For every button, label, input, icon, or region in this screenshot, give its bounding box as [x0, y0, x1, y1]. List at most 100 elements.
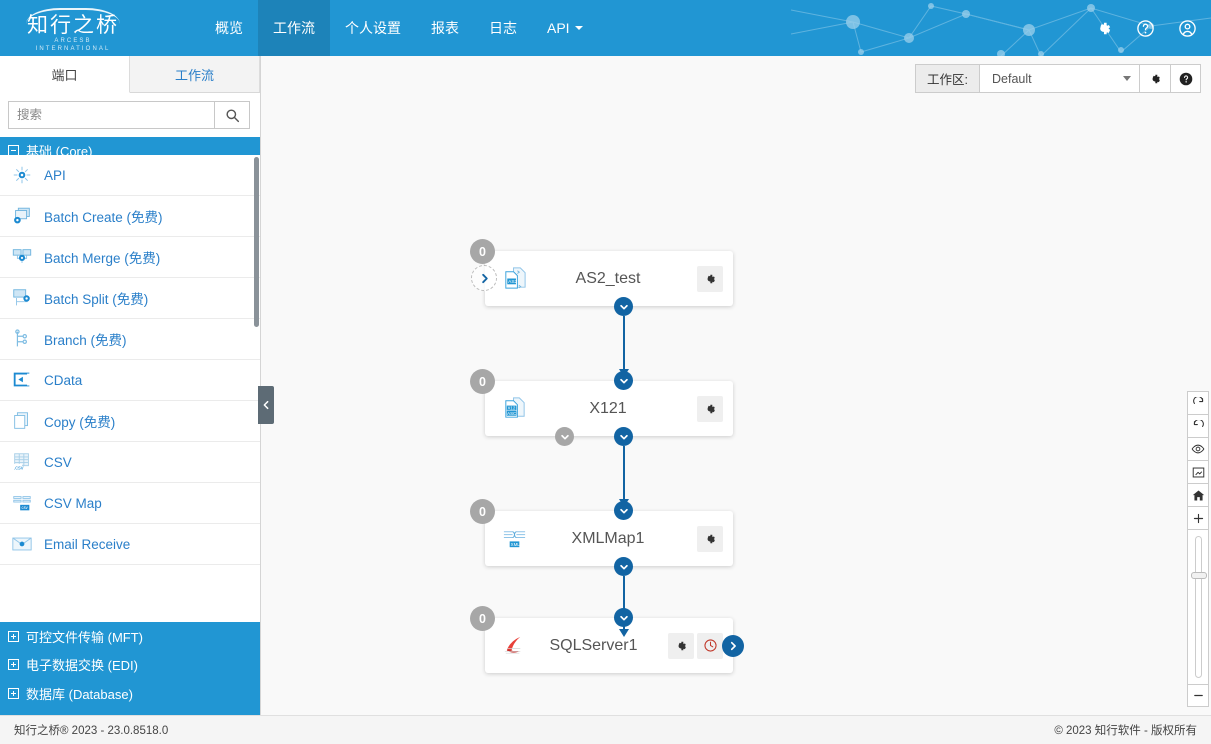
node-title: XMLMap1 [571, 529, 645, 547]
node-title: X121 [589, 399, 627, 417]
branch-icon [10, 327, 34, 351]
nav-label: API [547, 20, 570, 36]
list-item[interactable]: Batch Create (免费) [0, 196, 260, 237]
tab-workflows[interactable]: 工作流 [130, 56, 260, 92]
node-settings-button[interactable] [697, 525, 723, 552]
chevron-down-icon [560, 434, 569, 439]
fit-screen-button[interactable] [1187, 460, 1209, 483]
zoom-slider-thumb[interactable] [1191, 572, 1207, 579]
category-item-database[interactable]: 数据库 (Database) [0, 679, 260, 708]
help-icon[interactable] [1135, 18, 1155, 38]
list-item-label: Batch Split (免费) [44, 292, 149, 307]
flow-node-xmlmap1[interactable]: 0 XML XMLMap1 [470, 499, 733, 576]
gear-icon [707, 534, 715, 543]
node-secondary-output-chevron[interactable] [555, 427, 574, 446]
batch-create-icon [10, 204, 34, 228]
gear-icon [1152, 74, 1160, 83]
application-window: 知行之桥 ARCESB INTERNATIONAL 概览 工作流 个人设置 报表… [0, 0, 1211, 744]
flow-node-as2-test[interactable]: 0 AS2 AS2_test [470, 239, 733, 316]
x12-file-icon: X12 ASC [499, 394, 529, 424]
workspace-label: 工作区: [915, 64, 979, 93]
home-button[interactable] [1187, 483, 1209, 506]
app-logo[interactable]: 知行之桥 ARCESB INTERNATIONAL [18, 6, 128, 52]
help-icon [1179, 72, 1192, 85]
zoom-in-button[interactable] [1187, 506, 1209, 529]
gear-icon [678, 641, 686, 650]
tab-ports[interactable]: 端口 [0, 56, 130, 93]
fit-screen-icon [1192, 467, 1204, 477]
expand-box-icon [8, 659, 19, 671]
category-item-mft[interactable]: 可控文件传输 (MFT) [0, 622, 260, 651]
node-buttons [668, 632, 723, 659]
list-item[interactable]: .csv CSV [0, 442, 260, 483]
nav-label: 概览 [215, 20, 243, 36]
search-input[interactable] [8, 101, 214, 129]
list-item[interactable]: Email Receive [0, 524, 260, 565]
node-settings-button[interactable] [697, 265, 723, 292]
chevron-down-icon [619, 508, 628, 513]
workflow-canvas[interactable]: 0 AS2 AS2_test 0 X12 ASC X121 0 XML XMLM… [261, 101, 1211, 715]
node-settings-button[interactable] [668, 632, 694, 659]
node-input-chevron[interactable] [614, 371, 633, 390]
main-content: 工作区: Default 0 AS2 AS2_test 0 X12 ASC X1… [261, 56, 1211, 715]
node-buttons [697, 265, 723, 292]
category-item-edi[interactable]: 电子数据交换 (EDI) [0, 651, 260, 680]
sidebar-collapse-handle[interactable] [258, 386, 274, 424]
port-list-scrollbar[interactable] [254, 157, 259, 327]
zoom-out-button[interactable] [1187, 684, 1209, 707]
workspace-select[interactable]: Default [979, 64, 1139, 93]
search-button[interactable] [214, 101, 250, 129]
node-input-chevron[interactable] [614, 608, 633, 627]
node-output-chevron[interactable] [614, 557, 633, 576]
nav-item-personal-settings[interactable]: 个人设置 [330, 0, 416, 56]
list-item-label: CSV [44, 454, 72, 470]
list-item[interactable]: CData [0, 360, 260, 401]
home-icon [1192, 489, 1204, 501]
list-item[interactable]: API [0, 155, 260, 196]
node-badge-count: 0 [470, 369, 495, 394]
list-item[interactable]: Batch Split (免费) [0, 278, 260, 319]
category-label: 数据库 (Database) [26, 686, 133, 702]
list-item-label: Copy (免费) [44, 415, 116, 430]
zoom-out-icon [1193, 694, 1203, 697]
batch-merge-icon [10, 245, 34, 269]
visibility-button[interactable] [1187, 437, 1209, 460]
list-item[interactable]: Copy (免费) [0, 401, 260, 442]
edge-arrowhead [619, 629, 629, 637]
node-output-chevron[interactable] [614, 297, 633, 316]
port-list[interactable]: API Batch Create (免费) Batch Merge (免费) B… [0, 155, 260, 622]
node-input-port[interactable] [471, 265, 497, 291]
as2-file-icon: AS2 [499, 264, 529, 294]
redo-button[interactable] [1187, 391, 1209, 414]
node-output-port[interactable] [722, 635, 744, 657]
node-input-chevron[interactable] [614, 501, 633, 520]
workspace-help-button[interactable] [1170, 64, 1201, 93]
nav-item-api[interactable]: API [532, 0, 598, 56]
gear-icon[interactable] [1093, 18, 1113, 38]
flow-node-x121[interactable]: 0 X12 ASC X121 [470, 369, 733, 446]
nav-item-reports[interactable]: 报表 [416, 0, 474, 56]
chevron-right-icon [730, 641, 736, 651]
left-sidebar: 端口 工作流 基础 (Core) API Ba [0, 56, 261, 744]
zoom-slider[interactable] [1187, 529, 1209, 684]
undo-button[interactable] [1187, 414, 1209, 437]
list-item[interactable]: csv CSV Map [0, 483, 260, 524]
chevron-down-icon [619, 434, 628, 439]
node-schedule-button[interactable] [697, 632, 723, 659]
footer-version-text: 知行之桥® 2023 - 23.0.8518.0 [14, 725, 169, 737]
nav-item-logs[interactable]: 日志 [474, 0, 532, 56]
nav-label: 报表 [431, 20, 459, 36]
chevron-down-icon [1123, 76, 1131, 81]
flow-node-sqlserver1[interactable]: 0 SQLServer1 [470, 606, 744, 673]
workspace-settings-button[interactable] [1139, 64, 1170, 93]
edge-x121-to-xmlmap [623, 446, 625, 502]
account-icon[interactable] [1177, 18, 1197, 38]
list-item[interactable]: Branch (免费) [0, 319, 260, 360]
list-item[interactable]: Batch Merge (免费) [0, 237, 260, 278]
nav-item-workflow[interactable]: 工作流 [258, 0, 330, 56]
node-output-chevron[interactable] [614, 427, 633, 446]
node-settings-button[interactable] [697, 395, 723, 422]
nav-item-overview[interactable]: 概览 [200, 0, 258, 56]
csv-map-icon: csv [10, 491, 34, 515]
svg-text:X12: X12 [507, 406, 515, 411]
